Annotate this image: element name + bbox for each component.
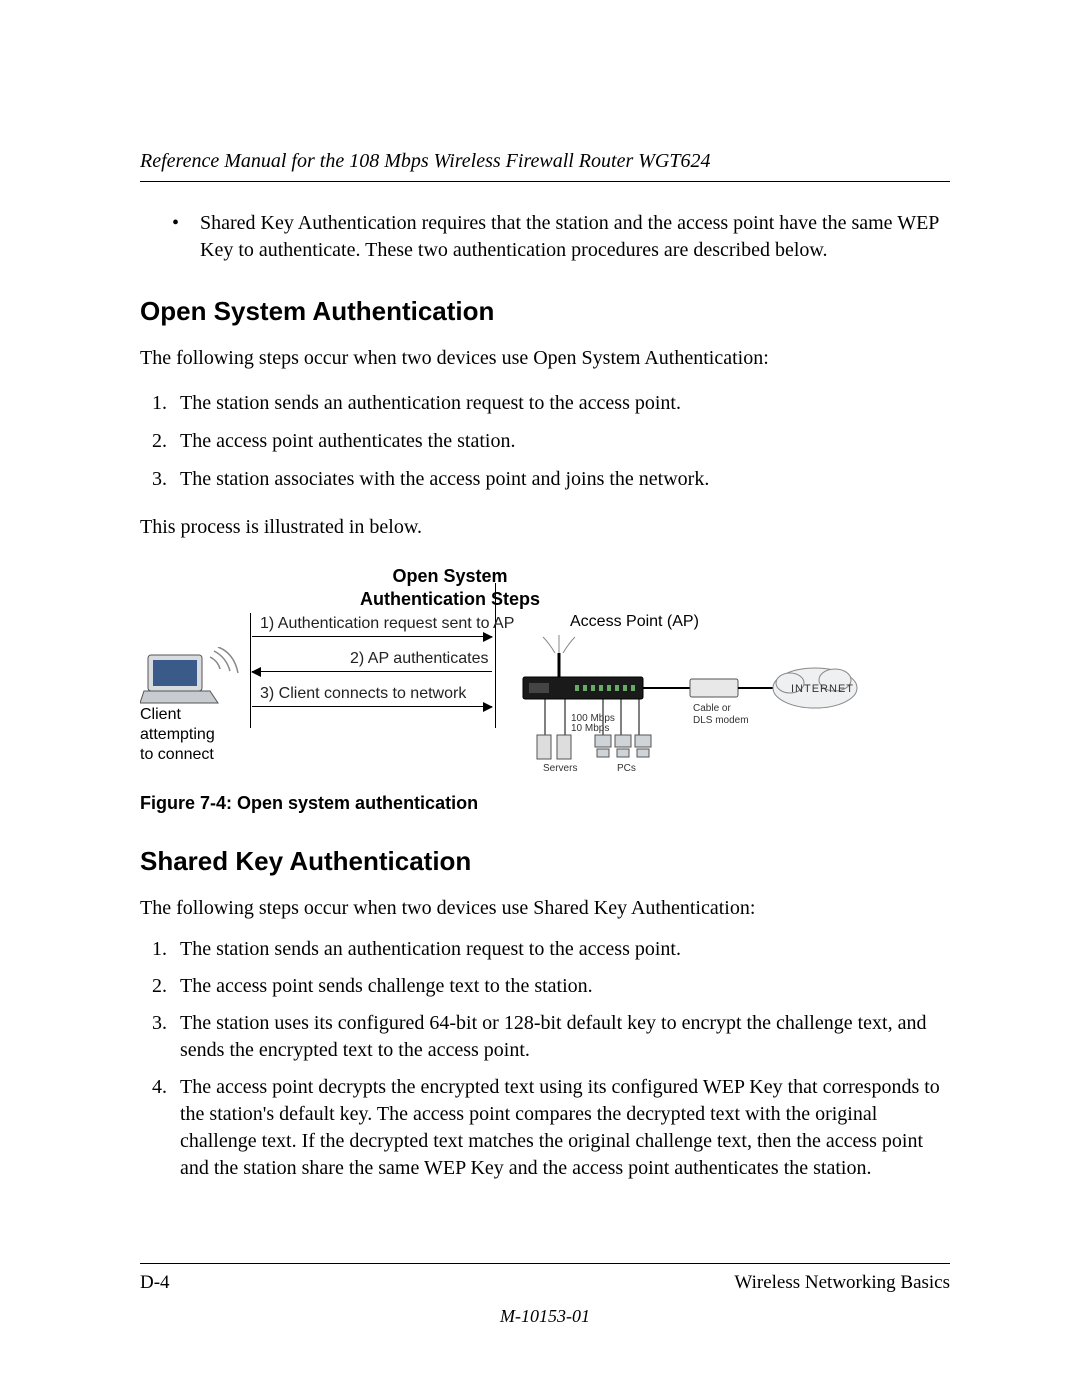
access-point-label: Access Point (AP) bbox=[570, 613, 699, 631]
section1-steps: The station sends an authentication requ… bbox=[140, 386, 950, 496]
arrow-left-icon bbox=[252, 671, 492, 672]
client-label: Client attempting to connect bbox=[140, 705, 215, 765]
section1-outro: This process is illustrated in below. bbox=[140, 514, 950, 541]
section1-intro: The following steps occur when two devic… bbox=[140, 345, 950, 372]
diagram-title: Open System Authentication Steps bbox=[320, 565, 580, 610]
section1-step: The access point authenticates the stati… bbox=[172, 424, 950, 458]
diagram-title-line: Authentication Steps bbox=[360, 589, 540, 609]
pcs-label: PCs bbox=[617, 763, 636, 774]
intro-bullet: • Shared Key Authentication requires tha… bbox=[172, 210, 950, 264]
bullet-icon: • bbox=[172, 210, 200, 264]
arrow-right-icon bbox=[252, 636, 492, 637]
diagram-open-system-auth: Open System Authentication Steps 1) Auth… bbox=[140, 565, 900, 775]
page-footer: D-4 Wireless Networking Basics M-10153-0… bbox=[140, 1263, 950, 1327]
section2-steps: The station sends an authentication requ… bbox=[140, 936, 950, 1182]
section1-heading: Open System Authentication bbox=[140, 296, 950, 327]
servers-label: Servers bbox=[543, 763, 577, 774]
document-page: Reference Manual for the 108 Mbps Wirele… bbox=[0, 0, 1080, 1397]
client-label-line: Client bbox=[140, 706, 181, 723]
diagram-step1-label: 1) Authentication request sent to AP bbox=[260, 615, 514, 633]
section2-step: The access point decrypts the encrypted … bbox=[172, 1074, 950, 1182]
diagram-vline-right bbox=[495, 583, 496, 728]
running-header: Reference Manual for the 108 Mbps Wirele… bbox=[140, 150, 950, 173]
header-rule bbox=[140, 181, 950, 182]
intro-bullet-text: Shared Key Authentication requires that … bbox=[200, 210, 950, 264]
section2-step: The station sends an authentication requ… bbox=[172, 936, 950, 963]
section2-heading: Shared Key Authentication bbox=[140, 846, 950, 877]
footer-rule bbox=[140, 1263, 950, 1264]
footer-doc-id: M-10153-01 bbox=[140, 1306, 950, 1327]
diagram-step3-label: 3) Client connects to network bbox=[260, 685, 466, 703]
speed-label: 10 Mbps bbox=[571, 723, 609, 734]
figure-caption: Figure 7-4: Open system authentication bbox=[140, 793, 950, 814]
page-number: D-4 bbox=[140, 1272, 170, 1294]
section2-step: The access point sends challenge text to… bbox=[172, 973, 950, 1000]
section1-step: The station sends an authentication requ… bbox=[172, 386, 950, 420]
network-cluster-icon: Cable or DLS modem INTERNET 100 Mbps 10 … bbox=[515, 635, 895, 775]
client-label-line: attempting bbox=[140, 726, 215, 743]
arrow-right-icon bbox=[252, 706, 492, 707]
section2-step: The station uses its configured 64-bit o… bbox=[172, 1010, 950, 1064]
figure-7-4: Open System Authentication Steps 1) Auth… bbox=[140, 565, 950, 775]
internet-label: INTERNET bbox=[791, 683, 854, 695]
section2-intro: The following steps occur when two devic… bbox=[140, 895, 950, 922]
client-label-line: to connect bbox=[140, 746, 214, 763]
diagram-title-line: Open System bbox=[392, 566, 507, 586]
footer-section-name: Wireless Networking Basics bbox=[734, 1272, 950, 1294]
modem-label-line: Cable or bbox=[693, 703, 731, 714]
diagram-step2-label: 2) AP authenticates bbox=[350, 650, 488, 668]
section1-step: The station associates with the access p… bbox=[172, 462, 950, 496]
modem-label-line: DLS modem bbox=[693, 715, 749, 726]
